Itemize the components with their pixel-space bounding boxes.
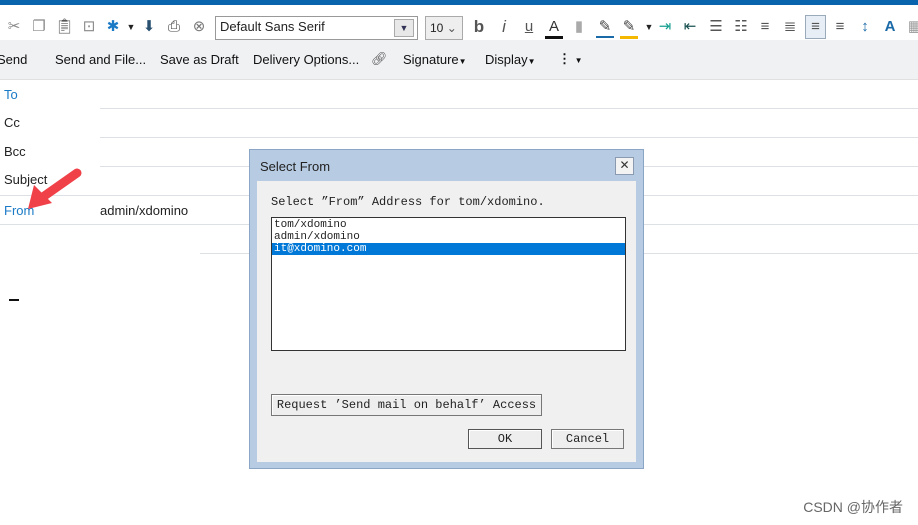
highlight-icon[interactable]: ✎ <box>620 18 638 39</box>
request-access-button[interactable]: Request ’Send mail on behalf’ Access <box>271 394 542 416</box>
signature-label: Signature <box>403 52 459 67</box>
font-style-icon[interactable]: A <box>881 18 899 36</box>
dialog-prompt: Select ”From” Address for tom/xdomino. <box>271 195 545 209</box>
ok-button[interactable]: OK <box>468 429 542 449</box>
cut-icon[interactable]: ✂ <box>5 18 23 36</box>
signature-button[interactable]: Signature▼ <box>403 52 467 67</box>
numbering-icon[interactable]: ☷ <box>732 18 750 36</box>
align-left-icon[interactable]: ≡ <box>805 15 826 39</box>
close-icon[interactable]: ✕ <box>615 157 634 175</box>
caret-down-icon: ▼ <box>458 57 467 66</box>
list-item[interactable]: admin/xdomino <box>272 231 625 243</box>
bcc-label: Bcc <box>4 144 26 159</box>
pen-icon[interactable]: ✎ <box>596 18 614 38</box>
caret-down-icon: ▼ <box>527 57 536 66</box>
bold-icon[interactable]: b <box>470 18 488 36</box>
cancel-button[interactable]: Cancel <box>551 429 624 449</box>
justify-icon[interactable]: ≣ <box>781 18 799 36</box>
size-select[interactable]: 10 ⌄ <box>425 16 463 40</box>
dropdown-icon[interactable]: ▼ <box>122 18 140 36</box>
display-button[interactable]: Display▼ <box>485 52 536 67</box>
line-spacing-icon[interactable]: ↕ <box>856 18 874 36</box>
cc-label: Cc <box>4 115 20 130</box>
link-icon[interactable]: ⊡ <box>80 18 98 36</box>
paste-icon[interactable]: 📋︎ <box>55 18 74 36</box>
new-icon[interactable]: ✱ <box>104 18 122 36</box>
font-value: Default Sans Serif <box>220 19 325 34</box>
to-label[interactable]: To <box>4 87 18 102</box>
chevron-down-icon[interactable]: ▼ <box>394 19 414 37</box>
list-item[interactable]: tom/xdomino <box>272 219 625 231</box>
list-item-selected[interactable]: it@xdomino.com <box>272 243 625 255</box>
delivery-options-button[interactable]: Delivery Options... <box>253 52 359 67</box>
from-address-list[interactable]: tom/xdomino admin/xdomino it@xdomino.com <box>271 217 626 351</box>
cc-input[interactable] <box>100 137 918 138</box>
attachment-icon[interactable]: 🔗︎ <box>371 51 388 67</box>
more-icon[interactable]: ⋮ ▼ <box>558 51 583 67</box>
from-value[interactable]: admin/xdomino <box>100 203 188 218</box>
save-icon[interactable]: ⬇ <box>140 18 158 36</box>
red-arrow-annotation <box>28 168 82 209</box>
chevron-down-icon: ⌄ <box>446 21 457 35</box>
cancel-icon[interactable]: ⊗ <box>190 18 208 36</box>
save-draft-button[interactable]: Save as Draft <box>160 52 239 67</box>
format-toolbar: ✂ ❐ 📋︎ ⊡ ✱ ▼ ⬇ ⎙ ⊗ Default Sans Serif ▼ 1… <box>0 5 918 40</box>
font-select[interactable]: Default Sans Serif ▼ <box>215 16 418 40</box>
text-cursor <box>9 299 19 301</box>
print-icon[interactable]: ⎙ <box>165 18 183 36</box>
display-label: Display <box>485 52 528 67</box>
outdent-icon[interactable]: ⇤ <box>681 18 699 36</box>
table-icon[interactable]: ▦ <box>906 18 918 36</box>
select-from-dialog: Select From ✕ Select ”From” Address for … <box>249 149 644 469</box>
send-and-file-button[interactable]: Send and File... <box>55 52 146 67</box>
align-center-icon[interactable]: ≡ <box>756 18 774 36</box>
indent-icon[interactable]: ⇥ <box>656 18 674 36</box>
size-value: 10 <box>430 21 444 35</box>
text-color-icon[interactable]: A <box>545 18 563 39</box>
align-right-icon[interactable]: ≡ <box>831 18 849 36</box>
underline-icon[interactable]: u <box>520 18 538 36</box>
dialog-body: Select ”From” Address for tom/xdomino. t… <box>257 181 636 462</box>
copy-icon[interactable]: ❐ <box>30 18 48 36</box>
to-input[interactable] <box>100 108 918 109</box>
watermark: CSDN @协作者 <box>803 499 903 515</box>
action-bar: Send Send and File... Save as Draft Deli… <box>0 40 918 80</box>
dialog-title: Select From <box>260 159 331 174</box>
bullets-icon[interactable]: ☰ <box>707 18 725 36</box>
paint-icon[interactable]: ▮ <box>570 18 588 36</box>
italic-icon[interactable]: i <box>495 18 513 36</box>
send-button[interactable]: Send <box>0 52 27 67</box>
